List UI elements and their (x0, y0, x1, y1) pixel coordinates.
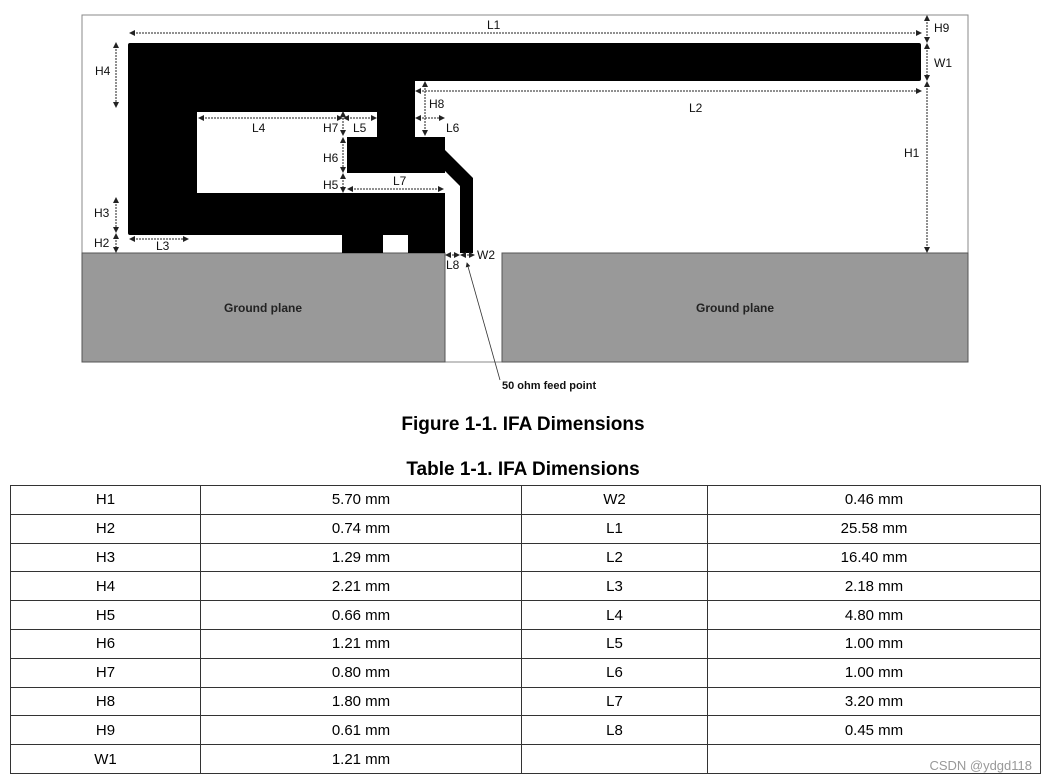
dim-H1: H1 (904, 146, 920, 160)
dim-H7: H7 (323, 121, 339, 135)
parameter-cell: H6 (10, 628, 201, 659)
parameter-cell: L3 (521, 571, 708, 602)
parameter-cell: L2 (521, 542, 708, 573)
value-cell: 3.20 mm (707, 686, 1041, 717)
value-cell: 16.40 mm (707, 542, 1041, 573)
value-cell: 1.00 mm (707, 628, 1041, 659)
figure-caption: Figure 1-1. IFA Dimensions (401, 414, 645, 435)
dim-H8: H8 (429, 97, 445, 111)
feed-point-label: 50 ohm feed point (502, 380, 596, 392)
table-row: H9 0.61 mm L8 0.45 mm (10, 715, 1041, 746)
dim-L5: L5 (353, 121, 367, 135)
value-cell: 0.80 mm (200, 657, 522, 688)
table-row: H8 1.80 mm L7 3.20 mm (10, 686, 1041, 717)
dim-W2: W2 (477, 248, 495, 262)
value-cell: 0.74 mm (200, 513, 522, 544)
parameter-cell: L4 (521, 600, 708, 630)
parameter-cell: H9 (10, 715, 201, 746)
dim-W1: W1 (934, 56, 952, 70)
dim-L3: L3 (156, 239, 170, 253)
value-cell: 5.70 mm (200, 485, 522, 515)
dim-L1: L1 (487, 18, 501, 32)
value-cell: 1.00 mm (707, 657, 1041, 688)
table-row: H4 2.21 mm L3 2.18 mm (10, 571, 1041, 602)
parameter-cell: H3 (10, 542, 201, 573)
watermark: CSDN @ydgd118 (929, 758, 1032, 773)
dimensions-table: H1 5.70 mm W2 0.46 mm H2 0.74 mm L1 25.58 mm H3 1… (10, 485, 1041, 774)
value-cell: 0.45 mm (707, 715, 1041, 746)
dim-L8: L8 (446, 258, 460, 272)
ifa-diagram: Ground plane Ground plane L1 H9 W1 L2 H1… (81, 14, 969, 392)
table-caption: Table 1-1. IFA Dimensions (406, 459, 640, 480)
ground-plane-left-label: Ground plane (224, 301, 302, 315)
parameter-cell: H5 (10, 600, 201, 630)
ground-plane-right-label: Ground plane (696, 301, 774, 315)
parameter-cell: L1 (521, 513, 708, 544)
table-row: W1 1.21 mm (10, 744, 1041, 774)
table-row: H6 1.21 mm L5 1.00 mm (10, 628, 1041, 659)
parameter-cell: H1 (10, 485, 201, 515)
value-cell: 0.66 mm (200, 600, 522, 630)
parameter-cell: W1 (10, 744, 201, 774)
table-row: H2 0.74 mm L1 25.58 mm (10, 513, 1041, 544)
value-cell: 1.80 mm (200, 686, 522, 717)
value-cell: 1.21 mm (200, 628, 522, 659)
dim-H4: H4 (95, 64, 111, 78)
dim-H3: H3 (94, 206, 110, 220)
parameter-cell: W2 (521, 485, 708, 515)
value-cell: 0.46 mm (707, 485, 1041, 515)
parameter-cell: H2 (10, 513, 201, 544)
value-cell: 25.58 mm (707, 513, 1041, 544)
dim-H5: H5 (323, 178, 339, 192)
parameter-cell: L5 (521, 628, 708, 659)
dim-L2: L2 (689, 101, 703, 115)
dim-H9: H9 (934, 21, 950, 35)
parameter-cell: L8 (521, 715, 708, 746)
value-cell: 0.61 mm (200, 715, 522, 746)
value-cell: 1.21 mm (200, 744, 522, 774)
value-cell: 1.29 mm (200, 542, 522, 573)
value-cell: 2.18 mm (707, 571, 1041, 602)
value-cell: 4.80 mm (707, 600, 1041, 630)
parameter-cell: L7 (521, 686, 708, 717)
table-row: H7 0.80 mm L6 1.00 mm (10, 657, 1041, 688)
table-row: H5 0.66 mm L4 4.80 mm (10, 600, 1041, 630)
dim-L4: L4 (252, 121, 266, 135)
table-row: H3 1.29 mm L2 16.40 mm (10, 542, 1041, 573)
feed-block (347, 137, 445, 173)
value-cell: 2.21 mm (200, 571, 522, 602)
parameter-cell: H7 (10, 657, 201, 688)
parameter-cell: L6 (521, 657, 708, 688)
parameter-cell: H4 (10, 571, 201, 602)
dim-L7: L7 (393, 174, 407, 188)
dim-H2: H2 (94, 236, 110, 250)
parameter-cell: H8 (10, 686, 201, 717)
parameter-cell (521, 744, 708, 774)
table-row: H1 5.70 mm W2 0.46 mm (10, 485, 1041, 515)
dim-H6: H6 (323, 151, 339, 165)
dim-L6: L6 (446, 121, 460, 135)
